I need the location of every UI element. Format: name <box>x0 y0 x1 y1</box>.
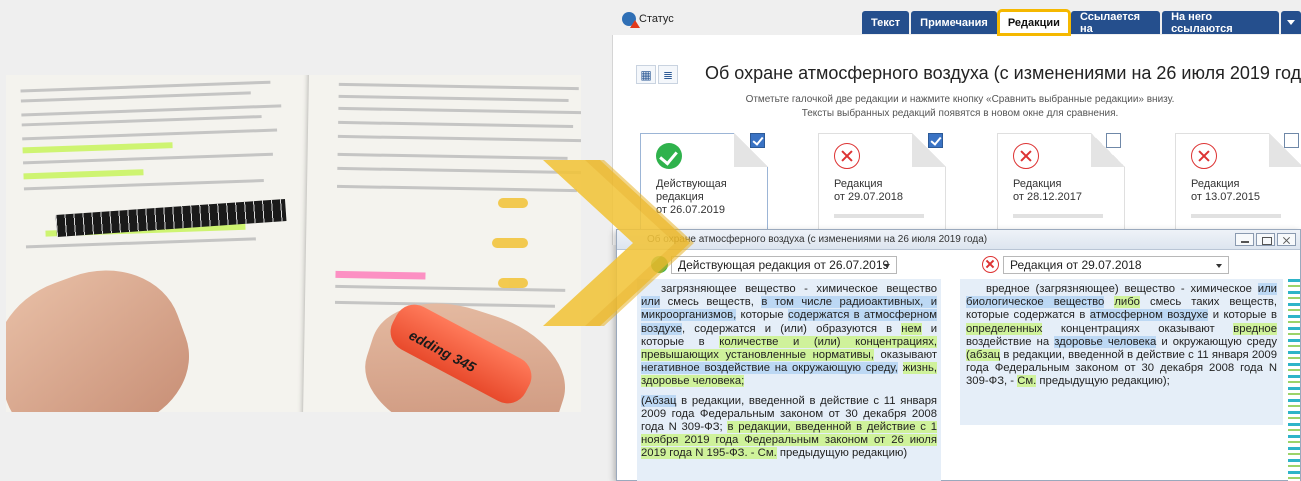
document-title: Об охране атмосферного воздуха (с измене… <box>705 63 1301 83</box>
cross-circle-icon <box>1191 143 1217 169</box>
diff-minimap[interactable] <box>1288 279 1300 481</box>
right-edition-text: вредное (загрязняющее) вещество - химиче… <box>960 279 1283 425</box>
placeholder-bar <box>1191 214 1281 218</box>
text-segment: определенных <box>966 322 1043 335</box>
text-segment <box>1104 296 1114 308</box>
text-segment: (абзац <box>966 349 1001 362</box>
tab-bar: Текст Примечания Редакции Ссылается на Н… <box>862 9 1301 36</box>
text-segment: негативное воздействие на окружающую сре… <box>641 362 898 375</box>
text-segment: воздействие на <box>966 335 1055 348</box>
text-segment: См. <box>1017 375 1037 388</box>
left-edition-select[interactable]: Действующая редакция от 26.07.2019 <box>671 256 897 274</box>
left-edition-text: загрязняющее вещество - химическое вещес… <box>637 279 941 481</box>
edition-label: Редакция от 29.07.2018 <box>834 178 904 203</box>
edition-label: Редакция от 28.12.2017 <box>1013 178 1083 203</box>
text-segment: предыдущую редакцию) <box>776 447 908 460</box>
edition-label: Редакция от 13.07.2015 <box>1191 178 1261 203</box>
cross-circle-icon <box>982 256 999 273</box>
maximize-icon[interactable] <box>1256 233 1275 246</box>
text-segment: и которые в <box>1208 309 1277 322</box>
text-segment: или <box>641 296 661 309</box>
placeholder-bar <box>1013 214 1103 218</box>
edition-checkbox-2017-12[interactable] <box>1106 133 1121 148</box>
text-segment: предыдущую редакцию); <box>1036 375 1170 388</box>
instructions: Отметьте галочкой две редакции и нажмите… <box>640 93 1280 121</box>
text-segment: вредное (загрязняющее) вещество - химиче… <box>986 283 1258 295</box>
compare-window: Об охране атмосферного воздуха (с измене… <box>616 229 1301 481</box>
status-control[interactable]: Статус <box>622 12 674 28</box>
tab-notes[interactable]: Примечания <box>911 11 997 34</box>
text-segment: атмосферном воздухе <box>1089 309 1209 322</box>
view-toggle: ▦ ≣ <box>636 65 678 84</box>
window-controls <box>1235 233 1296 246</box>
text-segment: вредное <box>1233 322 1277 335</box>
compare-window-title: Об охране атмосферного воздуха (с измене… <box>617 230 1300 250</box>
hint-line-2: Тексты выбранных редакций появятся в нов… <box>801 108 1119 119</box>
text-segment: здоровье человека <box>1054 335 1157 348</box>
placeholder-bar <box>834 214 924 218</box>
hint-line-1: Отметьте галочкой две редакции и нажмите… <box>745 94 1175 105</box>
right-edition-select[interactable]: Редакция от 29.07.2018 <box>1003 256 1229 274</box>
text-segment: оказывают <box>873 349 938 362</box>
text-segment: загрязняющее вещество - химическое вещес… <box>661 283 937 295</box>
text-segment: которые <box>736 309 788 322</box>
list-view-icon[interactable]: ≣ <box>658 65 678 84</box>
edition-label: Действующая редакция от 26.07.2019 <box>656 178 727 216</box>
check-circle-icon <box>656 143 682 169</box>
tab-text[interactable]: Текст <box>862 11 910 34</box>
cross-circle-icon <box>1013 143 1039 169</box>
text-segment: (Абзац <box>641 394 677 407</box>
left-paragraph-2: (Абзац в редакции, введенной в действие … <box>641 394 937 461</box>
check-circle-icon <box>651 256 668 273</box>
minimize-icon[interactable] <box>1235 233 1254 246</box>
text-segment: нем <box>901 322 922 335</box>
right-paragraph-1: вредное (загрязняющее) вещество - химиче… <box>966 283 1277 389</box>
slide: edding 345 Статус Текст Примечания Редак… <box>0 0 1301 481</box>
text-segment: концентрациях оказывают <box>1042 322 1234 335</box>
text-segment: смесь веществ, <box>660 296 762 309</box>
close-icon[interactable] <box>1277 233 1296 246</box>
text-segment <box>898 362 903 374</box>
status-warning-icon <box>622 12 640 28</box>
photo-manual-comparison: edding 345 <box>6 75 581 412</box>
text-segment: и окружающую среду <box>1156 335 1277 348</box>
text-segment: либо <box>1114 296 1140 309</box>
edition-checkbox-2018-07[interactable] <box>928 133 943 148</box>
tab-referenced-by[interactable]: На него ссылаются <box>1162 11 1279 35</box>
edition-checkbox-2015-07[interactable] <box>1284 133 1299 148</box>
grid-view-icon[interactable]: ▦ <box>636 65 656 84</box>
status-label: Статус <box>639 13 674 25</box>
left-paragraph-1: загрязняющее вещество - химическое вещес… <box>641 283 938 389</box>
tab-editions[interactable]: Редакции <box>996 9 1071 36</box>
tabs-more-dropdown[interactable] <box>1281 11 1301 34</box>
cross-circle-icon <box>834 143 860 169</box>
text-segment: , содержатся и (или) образуются в <box>682 322 902 335</box>
tab-references[interactable]: Ссылается на <box>1070 11 1161 35</box>
edition-checkbox-current[interactable] <box>750 133 765 148</box>
